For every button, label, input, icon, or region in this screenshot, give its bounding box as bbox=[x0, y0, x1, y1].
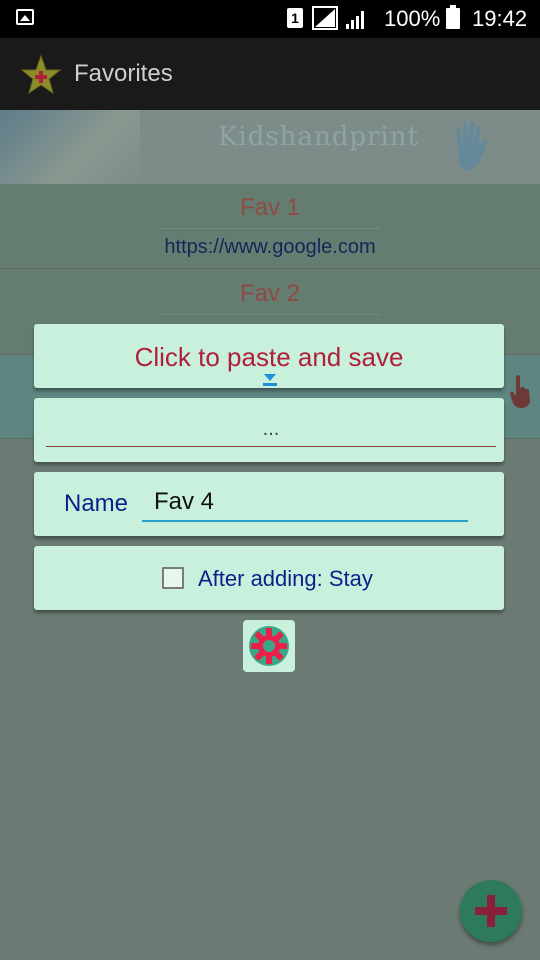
paste-and-save-label: Click to paste and save bbox=[134, 342, 404, 372]
gallery-notification-icon bbox=[16, 9, 34, 25]
url-input[interactable] bbox=[46, 412, 496, 447]
favorite-title: Fav 2 bbox=[239, 280, 301, 307]
action-bar: Favorites bbox=[0, 38, 540, 110]
page-title: Favorites bbox=[74, 60, 173, 87]
clock: 19:42 bbox=[472, 6, 528, 31]
stay-checkbox[interactable] bbox=[162, 567, 184, 589]
favorite-title: Fav 1 bbox=[239, 194, 301, 221]
after-adding-stay-toggle[interactable]: After adding: Stay bbox=[34, 546, 504, 610]
battery-percent: 100% bbox=[384, 6, 441, 31]
divider bbox=[160, 228, 380, 229]
gear-icon bbox=[249, 626, 289, 666]
favorite-row[interactable]: Fav 1 https://www.google.com bbox=[0, 184, 540, 269]
banner-text: Kidshandprint bbox=[218, 122, 419, 152]
plus-icon bbox=[475, 895, 507, 927]
name-input[interactable] bbox=[142, 484, 468, 522]
divider bbox=[160, 314, 380, 315]
battery-icon bbox=[446, 5, 460, 29]
favorite-url: https://www.google.com bbox=[164, 236, 376, 258]
settings-button[interactable] bbox=[243, 620, 295, 672]
paste-and-save-button[interactable]: Click to paste and save bbox=[34, 324, 504, 388]
arrow-down-icon bbox=[263, 374, 277, 386]
signal-icon bbox=[312, 6, 338, 30]
pointer-hand-icon bbox=[510, 375, 530, 408]
name-field-container: Name bbox=[34, 472, 504, 536]
add-favorite-button[interactable] bbox=[460, 880, 522, 942]
banner-image: Kidshandprint bbox=[0, 110, 540, 184]
url-field-container bbox=[34, 398, 504, 462]
stay-label: After adding: Stay bbox=[198, 566, 373, 591]
signal-strength-icon bbox=[346, 11, 364, 29]
sim-slot-indicator: 1 bbox=[287, 8, 303, 28]
handprint-icon bbox=[456, 120, 488, 170]
status-bar: 1 100% 19:42 bbox=[0, 0, 540, 38]
banner-art bbox=[0, 110, 140, 184]
star-icon[interactable] bbox=[20, 54, 62, 96]
name-label: Name bbox=[64, 490, 129, 517]
